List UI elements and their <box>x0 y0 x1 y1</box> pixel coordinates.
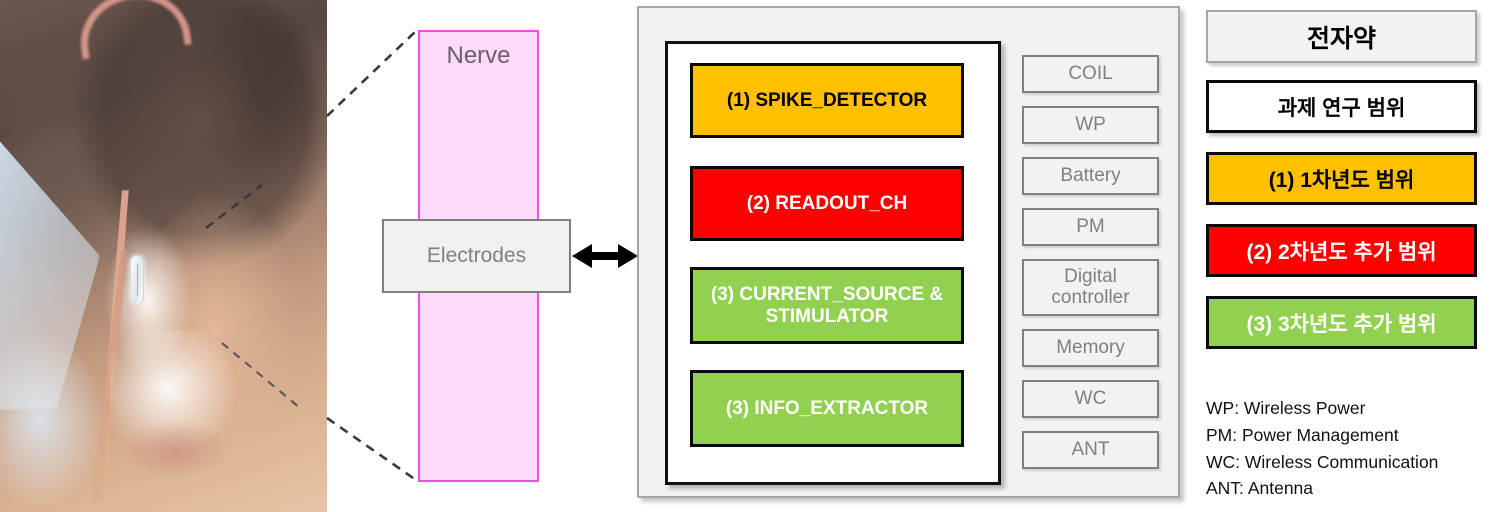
subsystem-label: COIL <box>1068 62 1113 84</box>
callout-line-bottom <box>326 416 417 482</box>
legend-year2-label: (2) 2차년도 추가 범위 <box>1246 240 1437 264</box>
subsystem-label: PM <box>1076 215 1105 237</box>
bidirectional-arrow-icon <box>572 244 638 268</box>
chip-block-label: (1) SPIKE_DETECTOR <box>726 89 928 111</box>
abbreviation-item: PM: Power Management <box>1206 424 1399 445</box>
nerve-label: Nerve <box>446 42 511 69</box>
legend-year1-label: (1) 1차년도 범위 <box>1268 168 1415 192</box>
legend-year2: (2) 2차년도 추가 범위 <box>1206 224 1477 277</box>
chip-block-label: (3) CURRENT_SOURCE & STIMULATOR <box>710 284 944 327</box>
legend-scope: 과제 연구 범위 <box>1206 80 1477 133</box>
implant-capsule-icon <box>130 255 144 305</box>
electrodes-label: Electrodes <box>426 244 527 267</box>
legend-title: 전자약 <box>1206 10 1477 63</box>
chip-block-label: (2) READOUT_CH <box>746 192 908 214</box>
callout-line-top <box>326 30 417 117</box>
subsystem-label: Memory <box>1056 336 1125 358</box>
subsystem-label: ANT <box>1071 438 1110 460</box>
subsystem-column: COIL WP Battery PM Digital controller Me… <box>1022 55 1159 482</box>
subsystem-label: WP <box>1075 113 1106 135</box>
photo-tissue-shade <box>120 420 230 480</box>
subsystem-digital-controller[interactable]: Digital controller <box>1022 259 1159 316</box>
legend-scope-label: 과제 연구 범위 <box>1277 96 1406 120</box>
abbreviation-list: WP: Wireless Power PM: Power Management … <box>1206 395 1491 502</box>
legend-year3-label: (3) 3차년도 추가 범위 <box>1246 312 1437 336</box>
subsystem-pm[interactable]: PM <box>1022 208 1159 246</box>
abbreviation-item: ANT: Antenna <box>1206 478 1314 499</box>
neck-vagus-nerve-implant-photo <box>0 0 327 512</box>
abbreviation-item: WC: Wireless Communication <box>1206 451 1439 472</box>
chip-block-spike-detector[interactable]: (1) SPIKE_DETECTOR <box>690 63 964 138</box>
subsystem-ant[interactable]: ANT <box>1022 431 1159 469</box>
subsystem-coil[interactable]: COIL <box>1022 55 1159 93</box>
legend-year3: (3) 3차년도 추가 범위 <box>1206 296 1477 349</box>
legend-year1: (1) 1차년도 범위 <box>1206 152 1477 205</box>
diagram-canvas: Nerve Electrodes (1) SPIKE_DETECTOR (2) … <box>0 0 1497 512</box>
subsystem-wp[interactable]: WP <box>1022 106 1159 144</box>
subsystem-wc[interactable]: WC <box>1022 380 1159 418</box>
chip-block-readout-ch[interactable]: (2) READOUT_CH <box>690 166 964 241</box>
subsystem-battery[interactable]: Battery <box>1022 157 1159 195</box>
subsystem-label: Battery <box>1060 164 1121 186</box>
chip-block-label: (3) INFO_EXTRACTOR <box>725 397 929 419</box>
abbreviation-item: WP: Wireless Power <box>1206 398 1366 418</box>
subsystem-label: Digital controller <box>1051 265 1130 308</box>
chip-block-info-extractor[interactable]: (3) INFO_EXTRACTOR <box>690 370 964 447</box>
electrodes-block: Electrodes <box>382 219 571 293</box>
legend-title-label: 전자약 <box>1306 24 1376 53</box>
subsystem-memory[interactable]: Memory <box>1022 329 1159 367</box>
chip-block-current-source-stimulator[interactable]: (3) CURRENT_SOURCE & STIMULATOR <box>690 267 964 344</box>
subsystem-label: WC <box>1074 387 1107 409</box>
